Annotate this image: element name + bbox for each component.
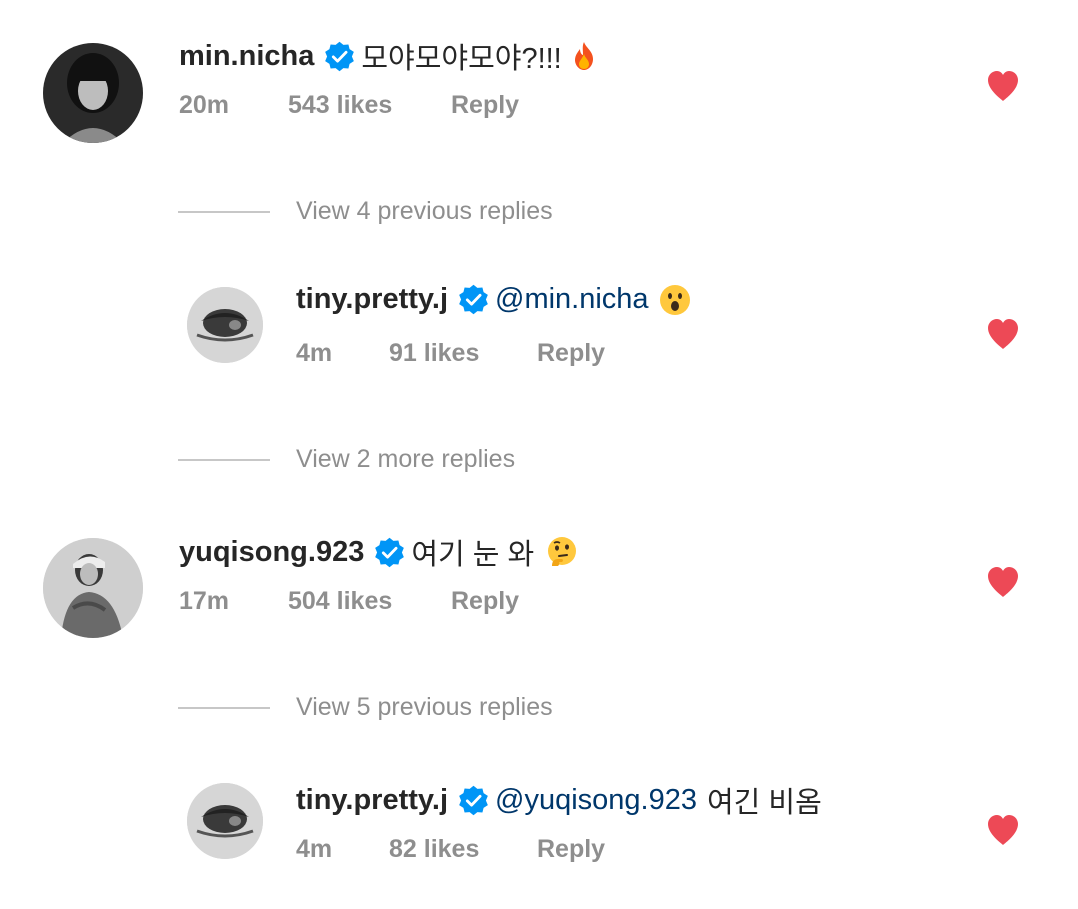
like-heart-icon[interactable]	[986, 70, 1020, 102]
comment-time: 4m	[296, 835, 333, 863]
mention-link[interactable]: @yuqisong.923	[495, 784, 697, 817]
like-heart-icon[interactable]	[986, 566, 1020, 598]
comment-text: 모야모야모야?!!!	[361, 43, 562, 75]
comment-time: 17m	[179, 587, 230, 615]
divider-line	[178, 707, 270, 709]
reply-button[interactable]: Reply	[451, 91, 519, 120]
mention-link[interactable]: @min.nicha	[495, 283, 649, 316]
like-heart-icon[interactable]	[986, 814, 1020, 846]
avatar[interactable]	[43, 43, 143, 143]
thinking-face-emoji	[546, 536, 578, 568]
view-replies-label: View 2 more replies	[296, 445, 516, 473]
comment-time: 20m	[179, 91, 230, 119]
like-heart-icon[interactable]	[986, 318, 1020, 350]
verified-badge-icon	[458, 284, 489, 315]
divider-line	[178, 459, 270, 461]
username[interactable]: tiny.pretty.j	[296, 283, 448, 316]
username[interactable]: tiny.pretty.j	[296, 784, 448, 817]
view-replies-label: View 4 previous replies	[296, 197, 553, 225]
comment-text: 여기 눈 와	[411, 539, 535, 571]
avatar[interactable]	[187, 783, 263, 859]
verified-badge-icon	[374, 537, 405, 568]
comment-time: 4m	[296, 339, 333, 367]
reply-button[interactable]: Reply	[451, 587, 519, 616]
view-replies-label: View 5 previous replies	[296, 693, 553, 721]
reply-button[interactable]: Reply	[537, 835, 605, 864]
username[interactable]: min.nicha	[179, 40, 314, 73]
divider-line	[178, 211, 270, 213]
username[interactable]: yuqisong.923	[179, 536, 364, 569]
comment-text: 여긴 비옴	[706, 787, 822, 819]
surprised-face-emoji	[659, 284, 691, 316]
avatar[interactable]	[187, 287, 263, 363]
likes-count[interactable]: 91 likes	[389, 339, 479, 368]
likes-count[interactable]: 504 likes	[288, 587, 392, 616]
verified-badge-icon	[324, 41, 355, 72]
likes-count[interactable]: 543 likes	[288, 91, 392, 120]
avatar[interactable]	[43, 538, 143, 638]
fire-emoji	[568, 40, 600, 72]
likes-count[interactable]: 82 likes	[389, 835, 479, 864]
reply-button[interactable]: Reply	[537, 339, 605, 368]
verified-badge-icon	[458, 785, 489, 816]
